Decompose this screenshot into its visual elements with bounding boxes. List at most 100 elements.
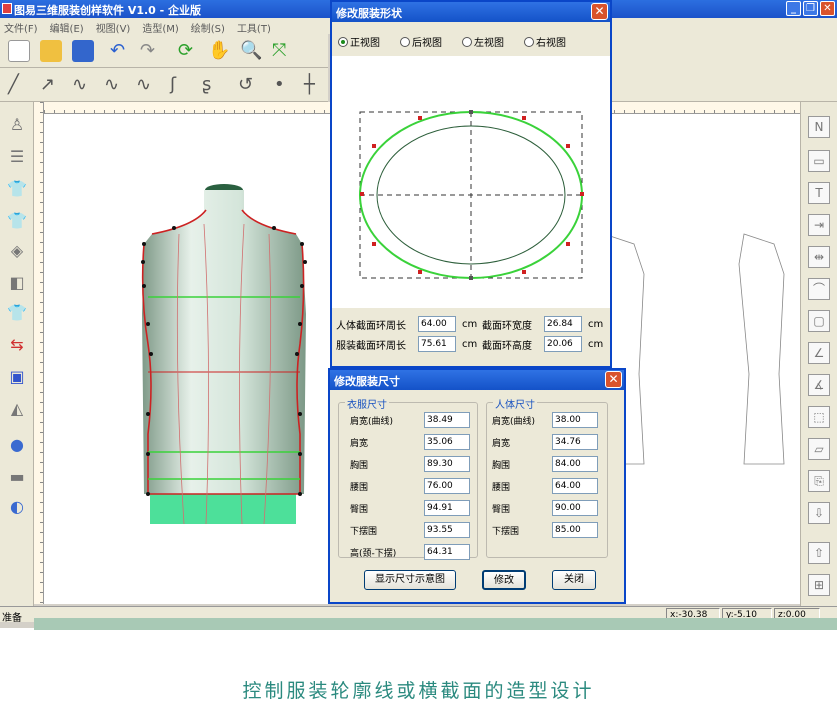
grid-view-icon[interactable]: ⊞ <box>808 574 830 596</box>
edit-curve-icon[interactable]: ∿ <box>136 74 151 96</box>
minimize-button[interactable]: _ <box>786 1 801 16</box>
menu-edit[interactable]: 编辑(E) <box>50 20 84 35</box>
window-shadow <box>34 618 837 630</box>
slant-icon[interactable]: ▱ <box>808 438 830 460</box>
move-down-icon[interactable]: ⇩ <box>808 502 830 524</box>
radio-front-view[interactable]: 正视图 <box>338 34 380 49</box>
rectangle-icon[interactable]: ▭ <box>808 150 830 172</box>
garment-row-label: 胸围 <box>350 461 369 471</box>
point-tool-icon[interactable]: • <box>274 74 285 96</box>
dimension-icon[interactable]: ⇥ <box>808 214 830 236</box>
garment-hem-field[interactable]: 93.55 <box>424 522 470 538</box>
half-sphere-icon[interactable]: ◐ <box>6 496 28 518</box>
garment-shoulder-field[interactable]: 35.06 <box>424 434 470 450</box>
modify-shape-dialog: 修改服装形状 ✕ 正视图 后视图 左视图 右视图 人体截面环周长 64.00 c… <box>330 0 612 368</box>
join-curve-icon[interactable]: ʂ <box>202 74 211 96</box>
view-radio-group: 正视图 后视图 左视图 右视图 <box>338 34 566 49</box>
arc-tool-icon[interactable]: ↺ <box>238 74 253 96</box>
zoom-icon[interactable]: 🔍 <box>240 40 262 62</box>
body-chest-field[interactable]: 84.00 <box>552 456 598 472</box>
menu-view[interactable]: 视图(V) <box>96 20 131 35</box>
select-box-icon[interactable]: ▣ <box>6 366 28 388</box>
modify-size-dialog: 修改服装尺寸 ✕ 衣服尺寸 人体尺寸 肩宽(曲线) 38.49 肩宽 35.06… <box>328 368 626 604</box>
body-waist-field[interactable]: 64.00 <box>552 478 598 494</box>
measure-icon[interactable]: ⇹ <box>808 246 830 268</box>
radio-left-view[interactable]: 左视图 <box>462 34 504 49</box>
split-curve-icon[interactable]: ʃ <box>170 74 176 96</box>
garment-waist-field[interactable]: 76.00 <box>424 478 470 494</box>
shirt-outline-icon[interactable]: 👕 <box>6 210 28 232</box>
maximize-button[interactable]: ❐ <box>803 1 818 16</box>
sphere-icon[interactable]: ● <box>6 434 28 456</box>
body-hem-field[interactable]: 85.00 <box>552 522 598 538</box>
section-height-field[interactable]: 20.06 <box>544 336 582 352</box>
section-width-field[interactable]: 26.84 <box>544 316 582 332</box>
show-size-diagram-button[interactable]: 显示尺寸示意图 <box>364 570 456 590</box>
garment-perimeter-field[interactable]: 75.61 <box>418 336 456 352</box>
garment-chest-field[interactable]: 89.30 <box>424 456 470 472</box>
fabric-icon[interactable]: ◭ <box>6 398 28 420</box>
curve-angle-icon[interactable]: ∡ <box>808 374 830 396</box>
gradient-icon[interactable]: ▬ <box>6 466 28 488</box>
body-shoulder-curve-field[interactable]: 38.00 <box>552 412 598 428</box>
layers-icon[interactable]: ☰ <box>6 146 28 168</box>
body-row-label: 臀围 <box>492 505 511 515</box>
menu-tools[interactable]: 工具(T) <box>237 20 271 35</box>
garment-shoulder-curve-field[interactable]: 38.49 <box>424 412 470 428</box>
undo-icon[interactable]: ↶ <box>110 40 125 62</box>
dress-form-icon[interactable]: ♙ <box>6 114 28 136</box>
garment-height-field[interactable]: 64.31 <box>424 544 470 560</box>
fit-view-icon[interactable]: ⤧ <box>272 40 286 62</box>
arrow-line-tool-icon[interactable]: ↗ <box>40 74 55 96</box>
garment-row-label: 肩宽 <box>350 439 369 449</box>
curve-tool-icon[interactable]: ∿ <box>72 74 87 96</box>
paste-icon[interactable]: ⎘ <box>808 470 830 492</box>
body-size-group-label: 人体尺寸 <box>493 396 537 411</box>
shirt-icon[interactable]: 👕 <box>6 178 28 200</box>
angle-icon[interactable]: ∠ <box>808 342 830 364</box>
close-button[interactable]: 关闭 <box>552 570 596 590</box>
pan-hand-icon[interactable]: ✋ <box>208 40 230 62</box>
diamond-icon[interactable]: ◈ <box>6 240 28 262</box>
garment-hip-field[interactable]: 94.91 <box>424 500 470 516</box>
body-hip-field[interactable]: 90.00 <box>552 500 598 516</box>
menu-draw[interactable]: 绘制(S) <box>191 20 225 35</box>
north-view-icon[interactable]: N <box>808 116 830 138</box>
garment-row-label: 腰围 <box>350 483 369 493</box>
body-shoulder-field[interactable]: 34.76 <box>552 434 598 450</box>
close-window-button[interactable]: ✕ <box>820 1 835 16</box>
pattern-outlines[interactable] <box>598 233 785 465</box>
frame-icon[interactable]: ▢ <box>808 310 830 332</box>
shape-dialog-close-icon[interactable]: ✕ <box>591 3 608 20</box>
mannequin-torso[interactable] <box>141 184 307 525</box>
size-dialog-close-icon[interactable]: ✕ <box>605 371 622 388</box>
radio-right-view[interactable]: 右视图 <box>524 34 566 49</box>
rotate-icon[interactable]: ⟳ <box>178 40 193 62</box>
body-row-label: 肩宽 <box>492 439 511 449</box>
tshirt-color-icon[interactable]: 👕 <box>6 302 28 324</box>
radio-dot-icon <box>400 36 410 47</box>
radio-back-view[interactable]: 后视图 <box>400 34 442 49</box>
open-folder-icon[interactable] <box>40 40 62 62</box>
grid-select-icon[interactable]: ⬚ <box>808 406 830 428</box>
radio-dot-icon <box>338 36 348 47</box>
new-file-icon[interactable] <box>8 40 30 62</box>
move-up-icon[interactable]: ⇧ <box>808 542 830 564</box>
caption-text: 控制服装轮廓线或横截面的造型设计 <box>242 680 595 702</box>
menu-file[interactable]: 文件(F) <box>4 20 38 35</box>
vertical-line-tool-icon[interactable]: ┼ <box>304 74 315 96</box>
body-perimeter-field[interactable]: 64.00 <box>418 316 456 332</box>
radio-dot-icon <box>524 36 534 47</box>
garment-row-label: 高(颈-下摆) <box>350 549 397 559</box>
line-tool-icon[interactable]: ╱ <box>8 74 19 96</box>
modify-button[interactable]: 修改 <box>482 570 526 590</box>
redo-icon[interactable]: ↷ <box>140 40 155 62</box>
add-curve-point-icon[interactable]: ∿ <box>104 74 119 96</box>
cross-section-canvas[interactable] <box>332 56 610 308</box>
menu-model[interactable]: 造型(M) <box>142 20 178 35</box>
curve-measure-icon[interactable]: ⌒ <box>808 278 830 300</box>
move-points-icon[interactable]: ⇆ <box>6 334 28 356</box>
text-icon[interactable]: T <box>808 182 830 204</box>
save-icon[interactable] <box>72 40 94 62</box>
panel-icon[interactable]: ◧ <box>6 272 28 294</box>
